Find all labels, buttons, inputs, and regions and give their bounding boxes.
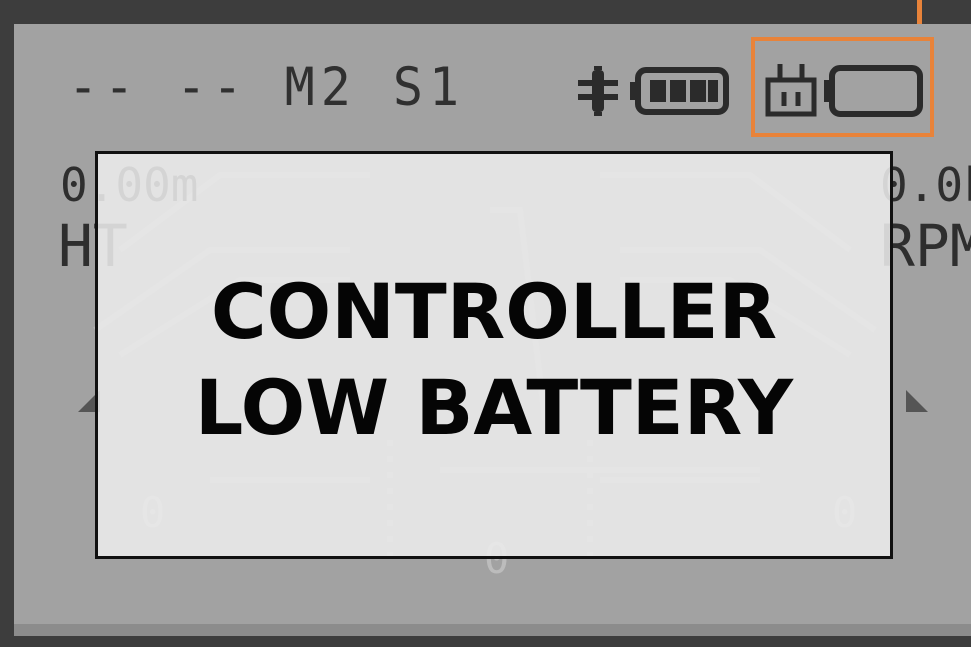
flight-mode-text: -- -- M2 S1 <box>68 56 466 118</box>
controller-battery-highlight <box>751 37 934 137</box>
app-stage: -- -- M2 S1 0.00m HT 0.0k <box>0 0 971 647</box>
right-pointer-triangle <box>906 390 928 412</box>
alert-line-1: CONTROLLER <box>210 267 778 356</box>
satellite-icon <box>578 66 618 116</box>
rpm-label: RPM <box>880 212 971 280</box>
aircraft-battery-icon <box>630 67 729 115</box>
rpm-value: 0.0k <box>880 158 971 212</box>
low-battery-alert: CONTROLLER LOW BATTERY <box>95 151 893 559</box>
alert-line-2: LOW BATTERY <box>194 363 794 452</box>
